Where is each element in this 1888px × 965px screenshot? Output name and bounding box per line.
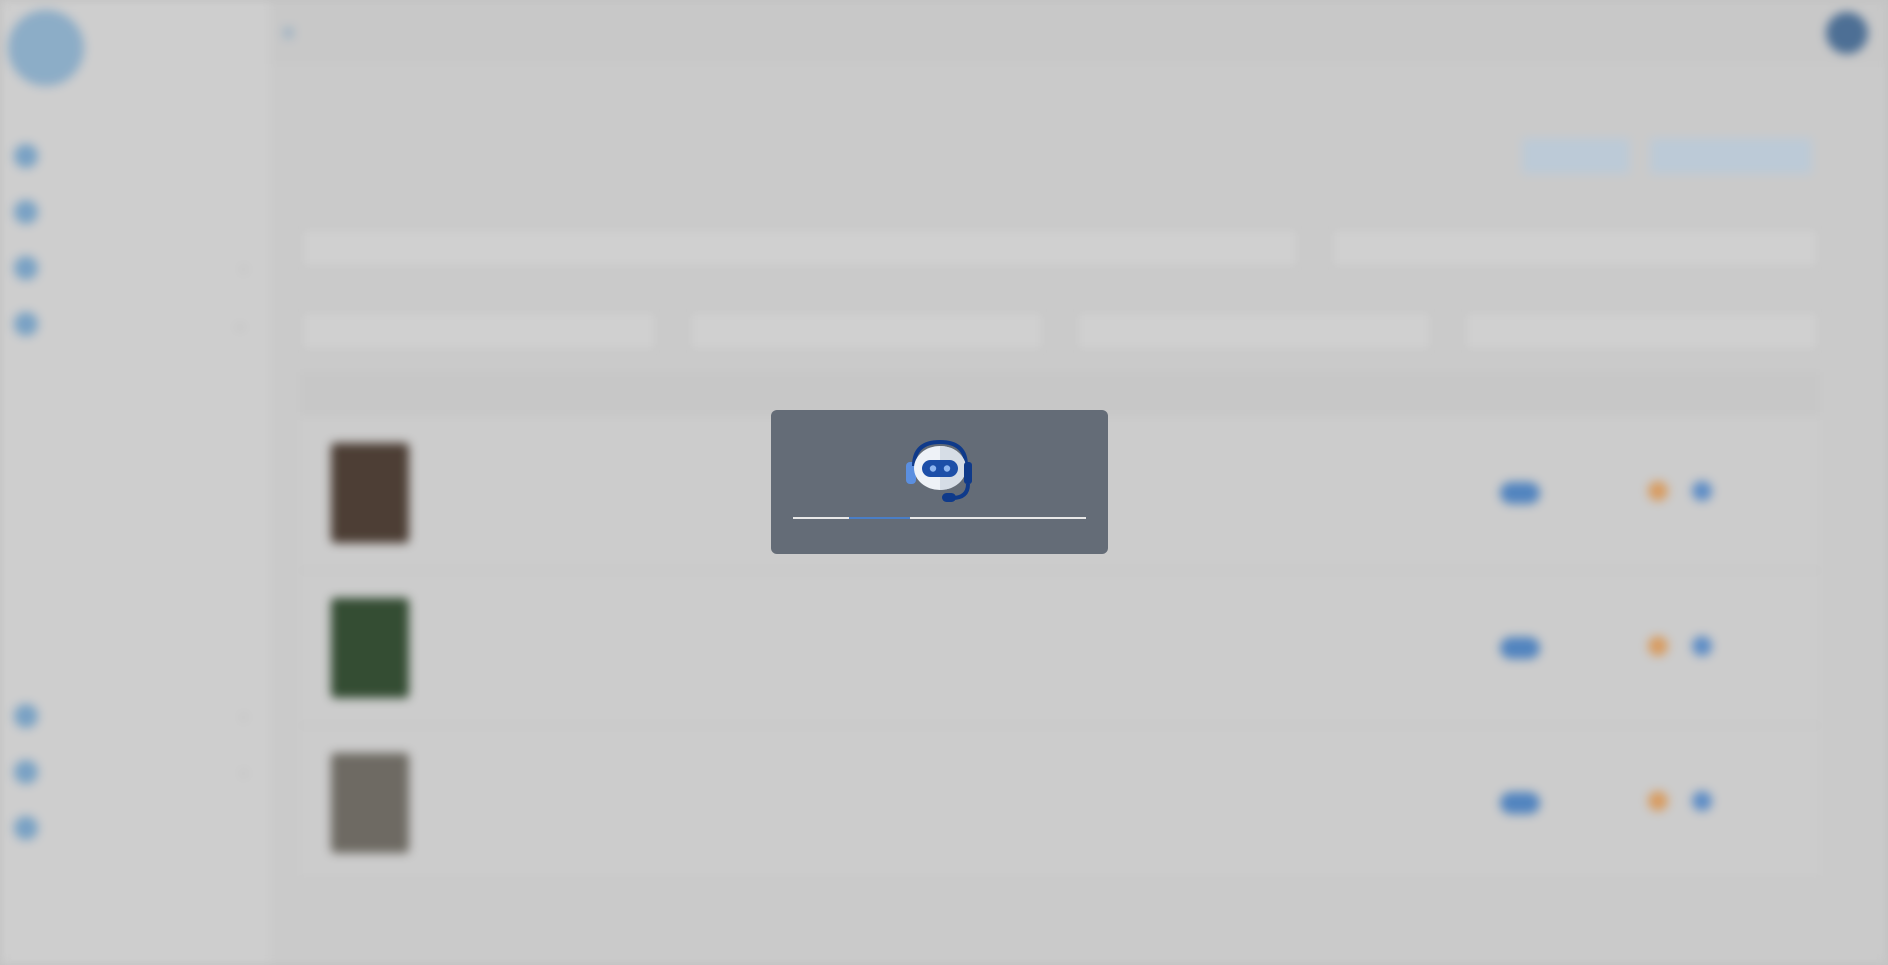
progress-fill <box>848 517 911 519</box>
progress-track <box>793 517 1086 519</box>
robot-headset-icon <box>906 439 972 502</box>
loading-dialog <box>771 410 1108 554</box>
